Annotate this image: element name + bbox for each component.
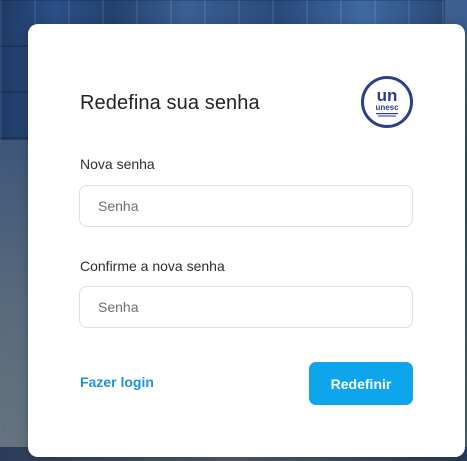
- unesc-logo-icon: un unesc: [361, 76, 413, 128]
- login-link[interactable]: Fazer login: [80, 374, 154, 390]
- confirm-password-label: Confirme a nova senha: [80, 258, 225, 274]
- reset-password-card: Redefina sua senha un unesc Nova senha C…: [28, 24, 465, 457]
- logo-text-bottom: unesc: [375, 103, 399, 112]
- confirm-password-field[interactable]: [79, 286, 413, 328]
- page-title: Redefina sua senha: [80, 92, 260, 114]
- new-password-label: Nova senha: [80, 156, 155, 172]
- new-password-field[interactable]: [79, 185, 413, 227]
- reset-button[interactable]: Redefinir: [309, 362, 413, 405]
